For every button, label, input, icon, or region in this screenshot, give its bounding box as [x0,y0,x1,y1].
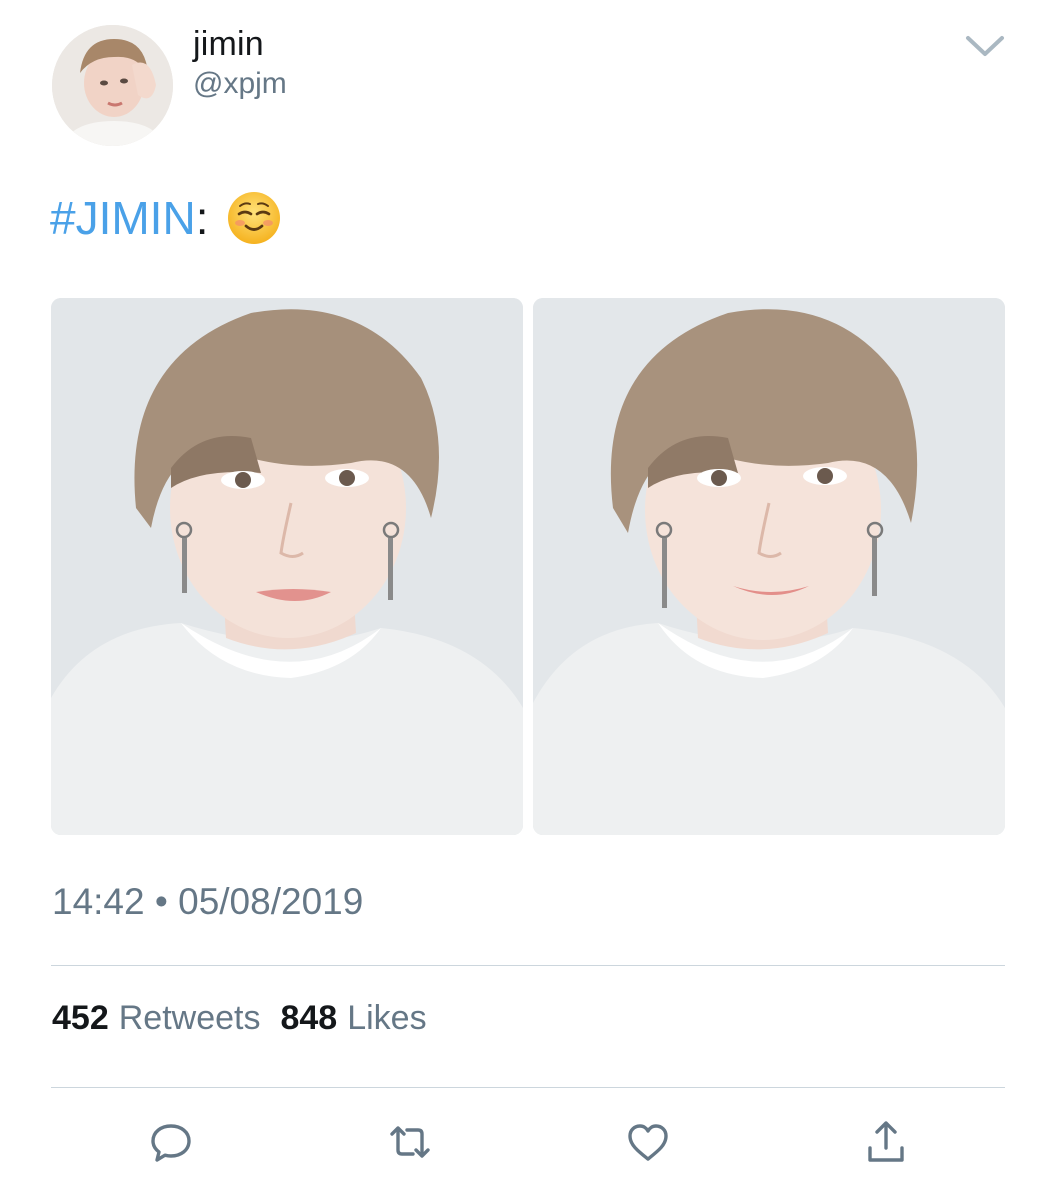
retweets-label: Retweets [118,999,261,1037]
tweet-photo-2[interactable] [533,298,1005,835]
avatar-photo [52,25,173,146]
timestamp-separator: • [154,881,168,922]
selfie-photo-1 [51,298,523,835]
tweet-text: #JIMIN: [50,190,282,250]
avatar[interactable] [52,25,173,146]
likes-label: Likes [347,999,427,1037]
divider [51,1087,1005,1088]
retweets-count: 452 [52,999,109,1037]
likes-count: 848 [280,999,338,1037]
user-handle[interactable]: @xpjm [193,66,287,102]
engagement-stats: 452 Retweets 848 Likes [52,997,427,1039]
share-icon[interactable] [862,1118,910,1166]
separator: : [195,192,209,244]
tweet-timestamp[interactable]: 14:42 • 05/08/2019 [52,880,363,924]
heart-icon[interactable] [624,1118,672,1166]
likes-stat[interactable]: 848 Likes [280,999,426,1037]
reply-icon[interactable] [147,1118,195,1166]
tweet-photo-1[interactable] [51,298,523,835]
retweets-stat[interactable]: 452 Retweets [52,999,260,1037]
hashtag-link[interactable]: #JIMIN [50,192,196,244]
tweet-date: 05/08/2019 [178,881,364,922]
chevron-down-icon[interactable] [962,28,1008,62]
relieved-face-emoji-icon [226,190,282,246]
retweet-icon[interactable] [386,1118,434,1166]
selfie-photo-2 [533,298,1005,835]
divider [51,965,1005,966]
tweet-detail: jimin @xpjm #JIMIN: 14:42 • 05/08/2019 4… [0,0,1056,1200]
display-name[interactable]: jimin [193,24,264,64]
tweet-time: 14:42 [52,881,145,922]
